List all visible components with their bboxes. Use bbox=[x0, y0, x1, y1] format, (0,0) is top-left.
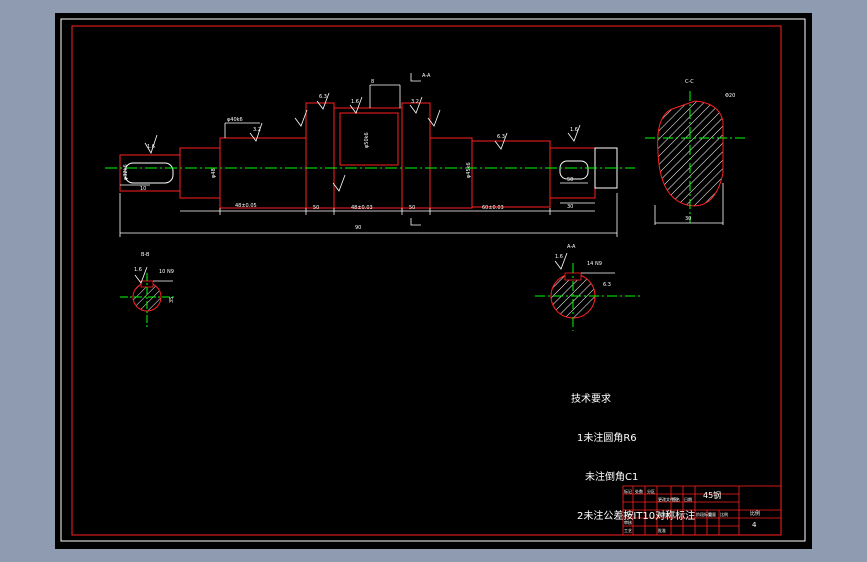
section-a-width: 10 N9 bbox=[159, 269, 174, 275]
right-section-height: 30 bbox=[685, 216, 691, 222]
tech-req-title: 技术要求 bbox=[571, 394, 611, 405]
dim-seg5: 50 bbox=[409, 205, 415, 211]
right-keyway bbox=[559, 160, 589, 180]
section-b-label: A-A bbox=[567, 244, 576, 250]
left-keyway bbox=[124, 162, 174, 184]
engineering-drawing: 90 10 48±0.05 50 48±0.03 60±0.03 50 30 5… bbox=[60, 18, 806, 542]
title-cell-12: 重量 bbox=[708, 511, 716, 517]
section-a-label: B-B bbox=[141, 252, 150, 258]
rough-9: 1.6 bbox=[555, 254, 563, 260]
shaft-segment-1 bbox=[219, 137, 307, 209]
section-b: A-A 14 N9 1.6 6.3 bbox=[535, 244, 640, 331]
dim-seg2: 50 bbox=[313, 205, 319, 211]
rough-8: 1.6 bbox=[134, 267, 142, 273]
shaft-segment-5 bbox=[471, 140, 551, 208]
section-a-depth: 35 bbox=[169, 297, 175, 303]
technical-requirements: 技术要求 1未注圆角R6 未注倒角C1 2未注公差按IT10对称标注 bbox=[571, 367, 695, 536]
rough-1: 1.6 bbox=[147, 144, 155, 150]
tech-req-item-1b: 未注倒角C1 bbox=[585, 472, 639, 483]
shaft-collar-1 bbox=[305, 102, 335, 209]
title-material: 45钢 bbox=[703, 490, 721, 500]
dim-diam-3: φ50k6 bbox=[364, 132, 370, 148]
dim-left-len: 10 bbox=[140, 186, 146, 192]
shaft-main-view bbox=[119, 102, 618, 209]
rough-2: 3.2 bbox=[253, 127, 261, 133]
main-dimensions bbox=[119, 73, 618, 237]
tech-req-item-1: 1未注圆角R6 bbox=[577, 433, 637, 444]
right-section-diameter: Φ20 bbox=[725, 93, 735, 99]
title-sheet-number: 4 bbox=[752, 521, 757, 529]
shaft-left-journal bbox=[119, 154, 181, 192]
dim-keyway: 8 bbox=[371, 79, 374, 85]
dim-seg3: 48±0.03 bbox=[351, 205, 373, 211]
title-scale-label: 比例 bbox=[750, 510, 760, 517]
dim-seg4: 60±0.03 bbox=[482, 205, 504, 211]
dim-diam-4: φ45k6 bbox=[466, 162, 472, 178]
view-mark-a: A-A bbox=[422, 73, 431, 79]
rough-6: 6.3 bbox=[497, 134, 505, 140]
title-cell-13: 比例 bbox=[720, 511, 728, 517]
view-mark-c: C-C bbox=[685, 79, 694, 85]
dim-diam-2: φ48 bbox=[211, 168, 217, 178]
dim-diam-1: φ40k6 bbox=[227, 117, 243, 123]
section-a: B-B 10 N9 35 1.6 bbox=[120, 252, 175, 328]
rough-10: 6.3 bbox=[603, 282, 611, 288]
rough-5: 3.2 bbox=[411, 99, 419, 105]
rough-3: 6.3 bbox=[319, 94, 327, 100]
dim-key-depth: 50 bbox=[567, 177, 573, 183]
shaft-collar-2 bbox=[401, 102, 431, 209]
dim-diam-left: φ32k6 bbox=[123, 164, 129, 180]
right-end-section: Φ20 30 C-C bbox=[645, 79, 745, 225]
rough-4: 1.6 bbox=[351, 99, 359, 105]
section-b-width: 14 N9 bbox=[587, 261, 602, 267]
shaft-middle bbox=[333, 107, 403, 209]
dim-overall: 90 bbox=[355, 225, 361, 231]
rough-7: 1.6 bbox=[570, 127, 578, 133]
tech-req-item-2: 2未注公差按IT10对称标注 bbox=[577, 511, 696, 522]
dim-right-len: 30 bbox=[567, 204, 573, 210]
cad-viewport[interactable]: 90 10 48±0.05 50 48±0.03 60±0.03 50 30 5… bbox=[55, 13, 812, 549]
dim-seg1: 48±0.05 bbox=[235, 203, 257, 209]
